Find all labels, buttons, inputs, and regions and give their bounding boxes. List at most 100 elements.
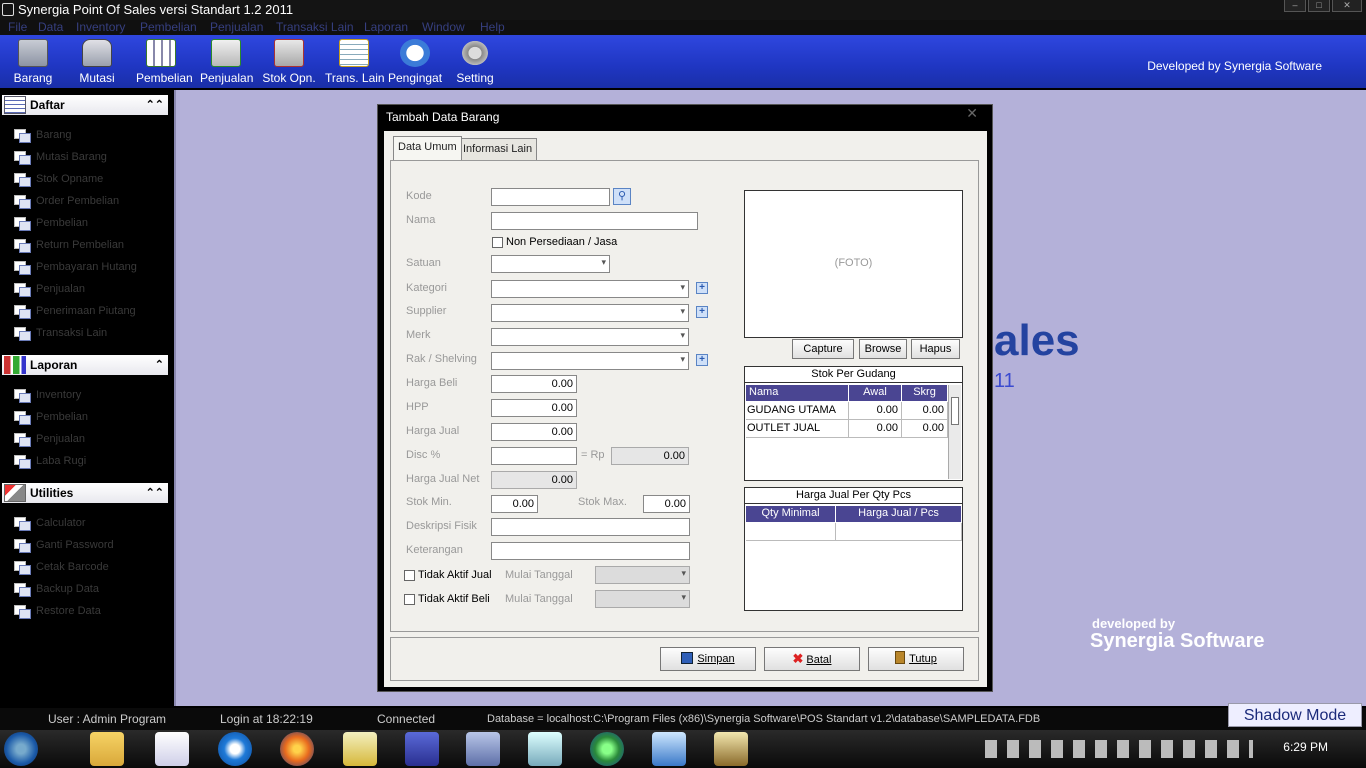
- window-manager-icon[interactable]: [466, 732, 500, 766]
- collapse-icon[interactable]: ⌃: [155, 355, 164, 375]
- add-supplier-icon[interactable]: +: [696, 306, 708, 318]
- dialog-close-icon[interactable]: ✕: [966, 105, 978, 122]
- pos-app-icon[interactable]: [405, 732, 439, 766]
- harga-jual-input[interactable]: 0.00: [491, 423, 577, 441]
- firefox-icon[interactable]: [280, 732, 314, 766]
- satuan-dropdown[interactable]: [491, 255, 610, 273]
- supplier-label: Supplier: [406, 305, 447, 317]
- table-cell[interactable]: 0.00: [849, 420, 902, 438]
- scrollbar-thumb[interactable]: [951, 397, 959, 425]
- table-cell[interactable]: OUTLET JUAL: [746, 420, 849, 438]
- stok-min-input[interactable]: 0.00: [491, 495, 538, 513]
- sidebar-header-daftar[interactable]: Daftar ⌃⌃: [2, 95, 168, 115]
- menu-penjualan[interactable]: Penjualan: [210, 20, 263, 34]
- window-icon: [14, 583, 31, 597]
- nama-label: Nama: [406, 214, 436, 226]
- minimize-button[interactable]: –: [1284, 0, 1306, 12]
- nama-input[interactable]: [491, 212, 698, 230]
- window-icon: [14, 605, 31, 619]
- rak-shelving-dropdown[interactable]: [491, 352, 689, 370]
- taskbar-clock[interactable]: 6:29 PM: [1283, 740, 1328, 754]
- cash-register-icon[interactable]: [714, 732, 748, 766]
- column-header-qty-minimal[interactable]: Qty Minimal: [746, 506, 836, 522]
- keterangan-label: Keterangan: [406, 544, 463, 556]
- column-header-nama[interactable]: Nama: [746, 385, 849, 401]
- table-cell[interactable]: 0.00: [902, 420, 948, 438]
- supplier-dropdown[interactable]: [491, 304, 689, 322]
- tidak-aktif-jual-checkbox[interactable]: [404, 570, 415, 581]
- dialog-button-bar: Simpan ✖ Batal Tutup: [390, 637, 979, 681]
- tutup-button[interactable]: Tutup: [868, 647, 964, 671]
- toolbar-pengingat-button[interactable]: Pengingat: [388, 39, 442, 87]
- column-header-skrg[interactable]: Skrg: [902, 385, 948, 401]
- tab-informasi-lain[interactable]: Informasi Lain: [458, 138, 538, 160]
- developed-by-text: Developed by Synergia Software: [1147, 59, 1322, 73]
- menu-inventory[interactable]: Inventory: [76, 20, 125, 34]
- capture-button[interactable]: Capture: [792, 339, 854, 359]
- menu-help[interactable]: Help: [480, 20, 505, 34]
- table-cell[interactable]: GUDANG UTAMA: [746, 402, 849, 420]
- table-cell[interactable]: [836, 523, 962, 541]
- column-header-harga-jual-pcs[interactable]: Harga Jual / Pcs: [836, 506, 962, 522]
- non-persediaan-checkbox[interactable]: [492, 237, 503, 248]
- keterangan-input[interactable]: [491, 542, 690, 560]
- start-button-icon[interactable]: [4, 732, 38, 766]
- window-icon: [14, 305, 31, 319]
- shadow-mode-badge[interactable]: Shadow Mode: [1228, 703, 1362, 727]
- tab-data-umum[interactable]: Data Umum: [393, 136, 462, 160]
- toolbar-trans-lain-button[interactable]: Trans. Lain: [325, 39, 385, 87]
- stok-min-label: Stok Min.: [406, 496, 452, 508]
- alarm-clock-icon: [400, 39, 430, 67]
- main-toolbar: Barang Mutasi Pembelian Penjualan Stok O…: [0, 35, 1366, 88]
- menu-pembelian[interactable]: Pembelian: [140, 20, 197, 34]
- table-cell[interactable]: 0.00: [902, 402, 948, 420]
- harga-beli-input[interactable]: 0.00: [491, 375, 577, 393]
- collapse-icon[interactable]: ⌃⌃: [146, 483, 164, 503]
- hpp-input[interactable]: 0.00: [491, 399, 577, 417]
- window-icon: [14, 261, 31, 275]
- add-rak-icon[interactable]: +: [696, 354, 708, 366]
- table-cell[interactable]: [746, 523, 836, 541]
- kategori-dropdown[interactable]: [491, 280, 689, 298]
- deskripsi-fisik-input[interactable]: [491, 518, 690, 536]
- explorer-icon[interactable]: [90, 732, 124, 766]
- disc-percent-input[interactable]: [491, 447, 577, 465]
- toolbar-barang-button[interactable]: Barang: [12, 39, 54, 87]
- picture-viewer-icon[interactable]: [652, 732, 686, 766]
- menu-window[interactable]: Window: [422, 20, 465, 34]
- sidebar-header-utilities[interactable]: Utilities ⌃⌃: [2, 483, 168, 503]
- vertical-scrollbar[interactable]: [948, 385, 961, 479]
- notes-app-icon[interactable]: [343, 732, 377, 766]
- sidebar-header-laporan[interactable]: Laporan ⌃: [2, 355, 168, 375]
- menu-laporan[interactable]: Laporan: [364, 20, 408, 34]
- toolbar-setting-button[interactable]: Setting: [454, 39, 496, 87]
- add-kategori-icon[interactable]: +: [696, 282, 708, 294]
- toolbar-penjualan-button[interactable]: Penjualan: [200, 39, 253, 87]
- table-cell[interactable]: 0.00: [849, 402, 902, 420]
- batal-button[interactable]: ✖ Batal: [764, 647, 860, 671]
- toolbar-stok-opname-button[interactable]: Stok Opn.: [262, 39, 316, 87]
- kode-input[interactable]: [491, 188, 610, 206]
- menu-file[interactable]: File: [8, 20, 27, 34]
- hapus-button[interactable]: Hapus: [911, 339, 960, 359]
- document-icon[interactable]: [528, 732, 562, 766]
- merk-dropdown[interactable]: [491, 328, 689, 346]
- tidak-aktif-beli-checkbox[interactable]: [404, 594, 415, 605]
- browse-button[interactable]: Browse: [859, 339, 907, 359]
- search-icon[interactable]: ⚲: [613, 188, 631, 205]
- menu-transaksi-lain[interactable]: Transaksi Lain: [276, 20, 354, 34]
- developed-by-small: developed by: [1092, 616, 1176, 631]
- close-button[interactable]: ✕: [1332, 0, 1362, 12]
- internet-explorer-icon[interactable]: [218, 732, 252, 766]
- maximize-button[interactable]: □: [1308, 0, 1330, 12]
- stok-max-input[interactable]: 0.00: [643, 495, 690, 513]
- column-header-awal[interactable]: Awal: [849, 385, 902, 401]
- collapse-icon[interactable]: ⌃⌃: [146, 95, 164, 115]
- menu-data[interactable]: Data: [38, 20, 63, 34]
- system-tray-icons[interactable]: [985, 740, 1253, 758]
- toolbar-mutasi-button[interactable]: Mutasi: [76, 39, 118, 87]
- toolbar-pembelian-button[interactable]: Pembelian: [136, 39, 193, 87]
- simpan-button[interactable]: Simpan: [660, 647, 756, 671]
- media-player-icon[interactable]: [155, 732, 189, 766]
- globe-icon[interactable]: [590, 732, 624, 766]
